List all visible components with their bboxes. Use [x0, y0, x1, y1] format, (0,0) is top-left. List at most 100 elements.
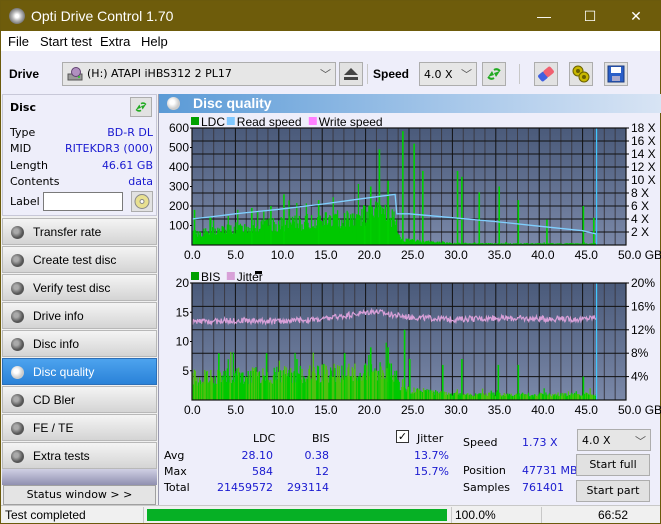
y-left-tick-label: 200: [169, 199, 189, 213]
y-left-tick-label: 100: [169, 219, 189, 233]
legend-label: LDC: [201, 115, 225, 129]
legend-swatch: [191, 272, 199, 280]
data-spike: [441, 364, 444, 400]
status-window-button[interactable]: Status window > >: [3, 485, 156, 505]
label-disc-button[interactable]: [131, 191, 153, 212]
data-spike: [498, 186, 501, 245]
x-tick-label: 5.0: [227, 248, 244, 262]
chevron-down-icon: ﹀: [635, 435, 646, 448]
position-label: Position: [463, 464, 506, 477]
test-speed-select[interactable]: 4.0 X ﹀: [577, 429, 651, 451]
save-button[interactable]: [604, 62, 628, 86]
main-panel: Disc quality LDC Read speed Write speed 0.0…: [158, 94, 661, 505]
refresh-icon: [487, 68, 501, 80]
disc-refresh-button[interactable]: [130, 97, 152, 117]
drive-icon: [67, 67, 83, 81]
data-spike: [582, 376, 585, 400]
data-spike: [422, 170, 424, 245]
y-left-tick-label: 600: [169, 121, 189, 135]
col-bis-header: BIS: [312, 432, 330, 445]
erase-button[interactable]: [534, 62, 558, 86]
label-input[interactable]: [43, 192, 123, 211]
disc-row-length: Length 46.61 GB: [10, 159, 153, 175]
disc-key: MID: [10, 142, 32, 155]
refresh-speed-button[interactable]: [482, 62, 506, 86]
data-spike: [369, 347, 372, 400]
nav-cd-bler[interactable]: CD Bler: [2, 386, 157, 413]
eject-button[interactable]: [339, 62, 363, 86]
total-ldc: 21459572: [217, 481, 273, 494]
drive-select[interactable]: (H:) ATAPI iHBS312 2 PL17 ﹀: [62, 62, 336, 86]
menu-help[interactable]: Help: [141, 34, 168, 49]
x-tick-label: 5.0: [227, 403, 244, 417]
maximize-button[interactable]: ☐: [567, 1, 613, 31]
x-tick-label: 40.0: [531, 248, 555, 262]
data-spike: [193, 209, 196, 245]
nav-fe-te[interactable]: FE / TE: [2, 414, 157, 441]
y-left-tick-label: 500: [169, 141, 189, 155]
data-spike: [369, 186, 372, 245]
minimize-button[interactable]: —: [521, 1, 567, 31]
nav-drive-info[interactable]: Drive info: [2, 302, 157, 329]
ldc-chart: LDC Read speed Write speed 0.0 5.0 10.0 15.0 20…: [169, 115, 661, 262]
nav-disc-info[interactable]: Disc info: [2, 330, 157, 357]
disc-tool-icon: [11, 282, 24, 295]
data-spike: [378, 149, 381, 245]
menu-extra[interactable]: Extra: [100, 34, 130, 49]
total-bis: 293114: [287, 481, 329, 494]
data-spike: [363, 206, 366, 245]
data-spike: [251, 207, 253, 245]
jitter-checkbox[interactable]: ✓: [396, 430, 409, 443]
y-right-tick-label: 12%: [631, 323, 655, 337]
nav-disc-quality[interactable]: Disc quality: [2, 358, 157, 385]
speed-select[interactable]: 4.0 X ﹀: [419, 62, 477, 86]
y-left-tick-label: 300: [169, 180, 189, 194]
nav-create-test-disc[interactable]: Create test disc: [2, 246, 157, 273]
avg-bis: 0.38: [304, 449, 330, 462]
x-tick-label: 20.0: [358, 403, 382, 417]
toolbar: Drive (H:) ATAPI iHBS312 2 PL17 ﹀ Speed …: [1, 51, 660, 95]
toolbar-separator: [367, 64, 368, 84]
y-left-tick-label: 5: [182, 364, 189, 378]
config-button[interactable]: [569, 62, 593, 86]
status-text: Test completed: [5, 508, 86, 522]
nav-verify-test-disc[interactable]: Verify test disc: [2, 274, 157, 301]
y-left-tick-label: 10: [176, 335, 190, 349]
x-tick-label: 50.0 GB: [618, 248, 661, 262]
row-total-label: Total: [164, 481, 190, 494]
disc-icon: [134, 194, 150, 209]
x-tick-label: 35.0: [488, 403, 512, 417]
data-spike: [478, 192, 481, 245]
data-spike: [218, 353, 220, 400]
close-button[interactable]: ✕: [613, 1, 659, 31]
x-tick-label: 0.0: [184, 403, 201, 417]
start-part-button[interactable]: Start part: [576, 480, 650, 502]
erase-icon: [538, 66, 554, 82]
disc-tool-icon: [11, 366, 24, 379]
x-tick-label: 35.0: [488, 248, 512, 262]
menu-start-test[interactable]: Start test: [40, 34, 92, 49]
chevron-down-icon: ﹀: [461, 69, 472, 81]
nav-transfer-rate[interactable]: Transfer rate: [2, 218, 157, 245]
status-separator: [541, 507, 542, 523]
nav-label: CD Bler: [33, 393, 76, 407]
start-full-button[interactable]: Start full: [576, 454, 650, 476]
disc-tool-icon: [11, 310, 24, 323]
data-spike: [402, 131, 404, 245]
y-left-tick-label: 20: [176, 276, 190, 290]
y-left-tick-label: 400: [169, 160, 189, 174]
speed-label: Speed: [373, 67, 410, 81]
y-right-tick-label: 4 X: [631, 212, 649, 226]
disc-row-mid: MID RITEKDR3 (000): [10, 142, 153, 158]
status-bar: Test completed 100.0% 66:52: [1, 505, 660, 523]
data-spike: [456, 170, 459, 245]
main-title: Disc quality: [193, 95, 272, 111]
nav-extra-tests[interactable]: Extra tests: [2, 442, 157, 469]
chevron-down-icon: ﹀: [320, 69, 331, 81]
samples-value: 761401: [522, 481, 564, 494]
data-spike: [265, 353, 268, 400]
menu-file[interactable]: File: [8, 34, 29, 49]
data-spike: [317, 200, 320, 245]
data-spike: [296, 359, 298, 400]
bis-jitter-chart: BIS Jitter0.0 5.0 10.0 15.0 20.0 25.0 30.0 35.0 4…: [176, 270, 661, 417]
